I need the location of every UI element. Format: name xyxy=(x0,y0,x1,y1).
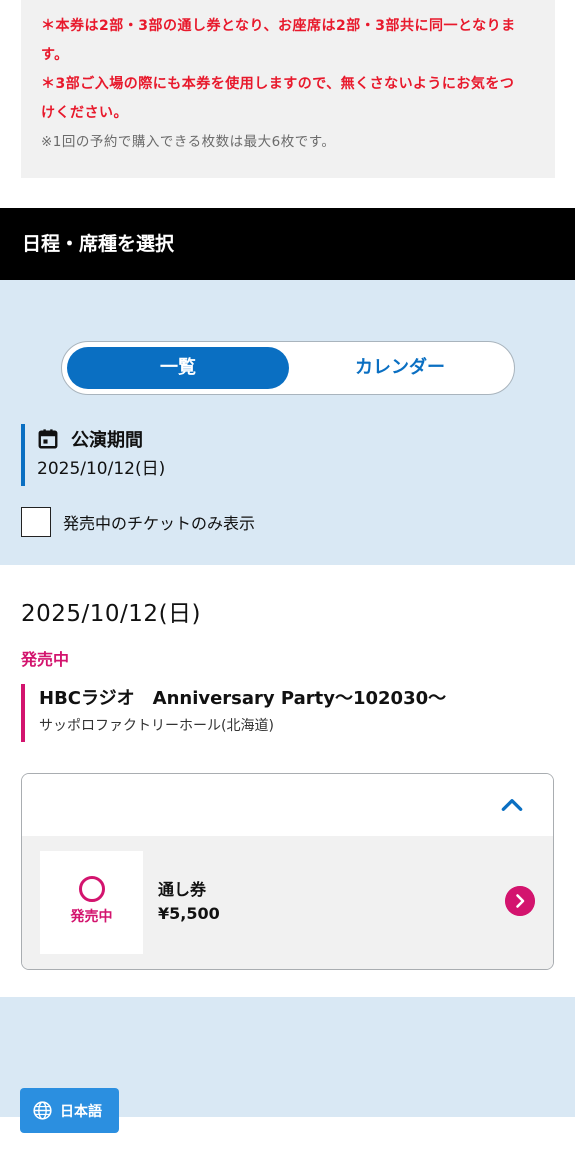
on-sale-filter[interactable]: 発売中のチケットのみ表示 xyxy=(21,507,255,537)
period-heading: 公演期間 xyxy=(37,424,321,454)
language-label: 日本語 xyxy=(60,1103,102,1120)
event-status: 発売中 xyxy=(21,650,70,669)
notice-line: ※1回の予約で購入できる枚数は最大6枚です。 xyxy=(41,134,336,150)
period-date: 2025/10/12(日) xyxy=(37,459,166,479)
view-toggle: 一覧 カレンダー xyxy=(61,341,515,395)
schedule-select-panel: 一覧 カレンダー 公演期間 2025/10/12(日) 発売中のチケットのみ表示 xyxy=(0,280,575,565)
event-date: 2025/10/12(日) xyxy=(21,601,202,627)
event-info: HBCラジオ Anniversary Party～102030～ サッポロファク… xyxy=(21,684,541,742)
toggle-calendar-button[interactable]: カレンダー xyxy=(290,347,510,389)
ticket-card-header[interactable] xyxy=(22,774,553,836)
globe-icon xyxy=(33,1101,52,1120)
on-sale-checkbox[interactable] xyxy=(21,507,51,537)
section-title: 日程・席種を選択 xyxy=(0,208,575,280)
chevron-up-icon[interactable] xyxy=(499,792,525,818)
ticket-card: 発売中 通し券 ¥5,500 xyxy=(21,773,554,970)
toggle-list-button[interactable]: 一覧 xyxy=(67,347,289,389)
notice-line: ＊本券は2部・3部の通し券となり、お座席は2部・3部共に同一となりま xyxy=(41,18,516,34)
ticket-status-box: 発売中 xyxy=(40,851,143,954)
ticket-selection-page: ＊本券は2部・3部の通し券となり、お座席は2部・3部共に同一となりま す。 ＊3… xyxy=(0,0,575,1151)
notice-line: す。 xyxy=(41,47,69,63)
ticket-status: 発売中 xyxy=(70,909,113,925)
language-button[interactable]: 日本語 xyxy=(20,1088,119,1133)
event-venue: サッポロファクトリーホール(北海道) xyxy=(39,718,274,734)
notice-line: けください。 xyxy=(41,105,128,121)
period-title: 公演期間 xyxy=(71,430,143,451)
chevron-right-icon[interactable] xyxy=(505,886,535,916)
ticket-price: ¥5,500 xyxy=(158,904,220,923)
calendar-icon xyxy=(38,429,58,449)
performance-period: 公演期間 2025/10/12(日) xyxy=(21,424,321,486)
circle-icon xyxy=(78,876,105,902)
ticket-row[interactable]: 発売中 通し券 ¥5,500 xyxy=(22,836,553,969)
notice-box: ＊本券は2部・3部の通し券となり、お座席は2部・3部共に同一となりま す。 ＊3… xyxy=(21,0,555,178)
on-sale-filter-label: 発売中のチケットのみ表示 xyxy=(63,514,256,533)
ticket-name: 通し券 xyxy=(158,880,207,899)
event-title: HBCラジオ Anniversary Party～102030～ xyxy=(39,688,447,709)
notice-line: ＊3部ご入場の際にも本券を使用しますので、無くさないようにお気をつ xyxy=(41,76,515,92)
